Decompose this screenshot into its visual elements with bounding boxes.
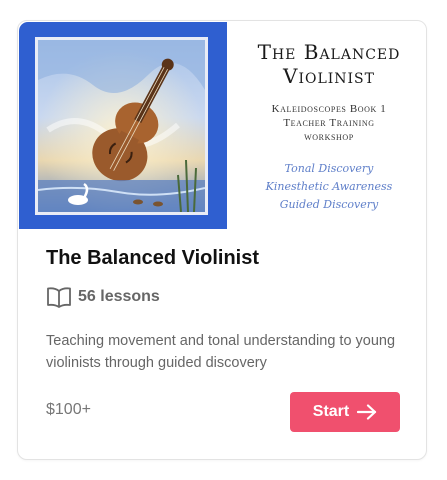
- lesson-count-label: 56 lessons: [78, 288, 160, 305]
- arrow-right-icon: [357, 404, 377, 420]
- book-open-icon: [47, 287, 71, 308]
- lesson-count: 56 lessons: [46, 286, 160, 308]
- start-button-label: Start: [312, 403, 350, 420]
- course-description: Teaching movement and tonal understandin…: [46, 333, 396, 371]
- cover-title-line1: The Balanced: [257, 40, 401, 64]
- course-price: $100+: [46, 401, 91, 418]
- start-button[interactable]: Start: [290, 392, 400, 432]
- course-card[interactable]: The Balanced Violinist Kaleidoscopes Boo…: [17, 20, 427, 460]
- violin-painting-image: [35, 37, 208, 215]
- course-title[interactable]: The Balanced Violinist: [46, 247, 259, 270]
- cover-script-line3: Guided Discovery: [279, 198, 379, 211]
- violin-painting-icon: [38, 40, 205, 212]
- cover-title-line2: Violinist: [283, 64, 375, 88]
- course-cover-image[interactable]: The Balanced Violinist Kaleidoscopes Boo…: [19, 22, 426, 229]
- cover-text: The Balanced Violinist Kaleidoscopes Boo…: [241, 40, 417, 214]
- cover-title: The Balanced Violinist: [241, 40, 417, 88]
- cover-script-line2: Kinesthetic Awareness: [265, 180, 393, 193]
- cover-subtitle: Kaleidoscopes Book 1 Teacher Training wo…: [241, 102, 417, 144]
- cover-script-line1: Tonal Discovery: [284, 162, 374, 175]
- cover-subtitle-line2: Teacher Training: [283, 117, 375, 129]
- cover-subtitle-line3: workshop: [304, 131, 354, 143]
- cover-subtitle-line1: Kaleidoscopes Book 1: [271, 103, 387, 115]
- cover-script-list: Tonal Discovery Kinesthetic Awareness Gu…: [241, 160, 417, 214]
